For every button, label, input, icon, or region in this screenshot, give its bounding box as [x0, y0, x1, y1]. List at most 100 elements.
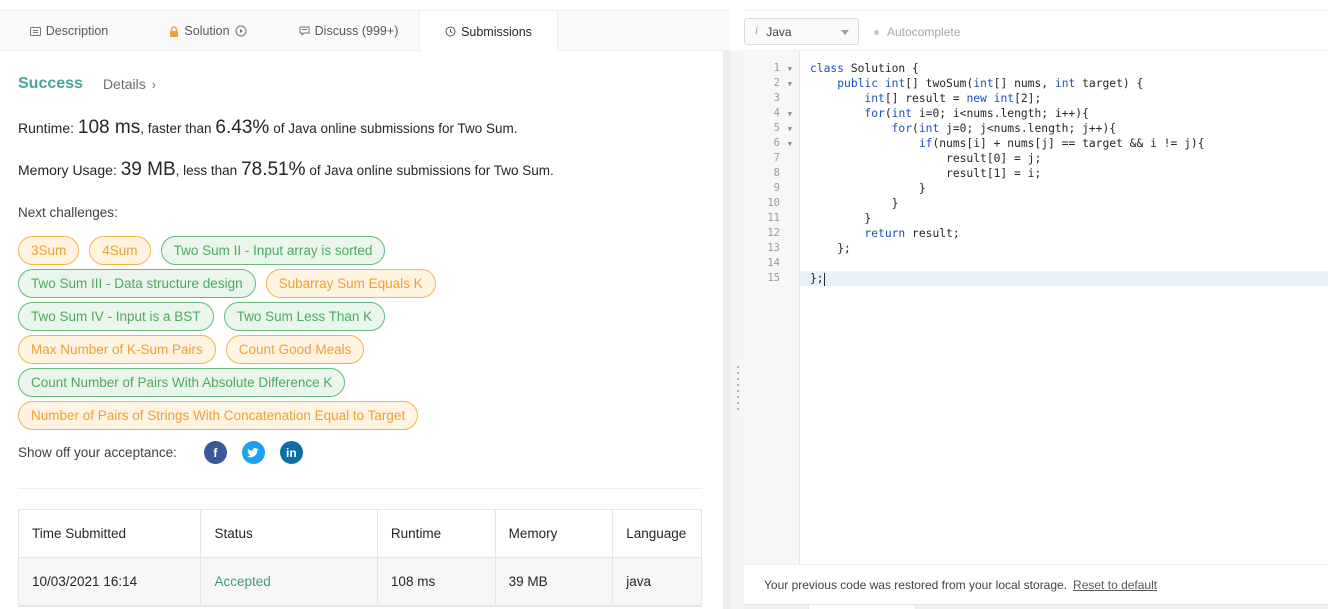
tab-discuss[interactable]: Discuss (999+)	[278, 11, 419, 51]
code-text: };	[810, 272, 824, 285]
panel-splitter[interactable]	[730, 51, 744, 609]
divider	[18, 488, 702, 489]
tab-description[interactable]: Description	[0, 11, 138, 51]
challenge-tag[interactable]: Two Sum III - Data structure design	[18, 269, 256, 298]
code-text: result[1] = i;	[810, 167, 1042, 180]
share-label: Show off your acceptance:	[18, 445, 177, 460]
challenge-tag[interactable]: Subarray Sum Equals K	[265, 269, 436, 298]
chevron-right-icon: ›	[151, 77, 157, 92]
code-line: };	[800, 241, 1328, 256]
line-number: 3	[744, 91, 800, 106]
code-text: }	[810, 197, 899, 210]
code-text: }	[810, 212, 872, 225]
tab-label: Description	[45, 24, 109, 38]
line-number-text: 9	[773, 182, 780, 194]
twitter-icon[interactable]	[241, 441, 265, 464]
code-line: for(int j=0; j<nums.length; j++){	[800, 121, 1328, 136]
challenge-tag[interactable]: Count Number of Pairs With Absolute Diff…	[18, 368, 346, 397]
tag-row: Two Sum III - Data structure design Subar…	[18, 269, 708, 302]
restore-message: Your previous code was restored from you…	[764, 577, 1068, 592]
fold-arrow-icon[interactable]: ▼	[788, 107, 792, 122]
bottom-tab-strip	[744, 604, 1328, 609]
code-text: return result;	[864, 227, 960, 240]
tab-label: Solution	[184, 24, 230, 38]
line-number-gutter: 1 ▼ 2 ▼ 3 4 ▼ 5 ▼ 6 ▼ 7 8 9 10 11 12 13 14 15	[744, 51, 800, 564]
code-editor[interactable]: class Solution { public int[] twoSum(int…	[800, 51, 1328, 564]
tag-row: Count Number of Pairs With Absolute Diff…	[18, 368, 708, 401]
challenge-tag[interactable]: Count Good Meals	[225, 335, 365, 364]
description-icon	[29, 26, 41, 36]
autocomplete-toggle[interactable]: Autocomplete	[874, 25, 960, 39]
share-row: Show off your acceptance: f in	[18, 441, 303, 464]
table-row[interactable]: 10/03/2021 16:14 Accepted 108 ms 39 MB j…	[19, 558, 701, 606]
challenge-tag[interactable]: Two Sum IV - Input is a BST	[18, 302, 214, 331]
code-text: if(nums[i] + nums[j] == target && i != j…	[918, 137, 1205, 150]
line-number-text: 5	[773, 122, 780, 134]
details-link[interactable]: Details ›	[103, 76, 156, 92]
line-number-text: 1	[773, 62, 780, 74]
code-text: int[] result = new int[2];	[864, 92, 1042, 105]
code-line: for(int i=0; i<nums.length; i++){	[800, 106, 1328, 121]
fold-arrow-icon[interactable]: ▼	[788, 62, 792, 77]
challenge-tag[interactable]: Two Sum II - Input array is sorted	[160, 236, 386, 265]
reset-to-default-link[interactable]: Reset to default	[1073, 578, 1157, 592]
table-cell-time: 10/03/2021 16:14	[19, 558, 202, 605]
table-header: Language	[626, 526, 687, 541]
memory-value: 39 MB	[120, 159, 176, 180]
facebook-icon[interactable]: f	[203, 441, 227, 464]
code-text: for(int i=0; i<nums.length; i++){	[864, 107, 1089, 120]
code-line: result[1] = i;	[800, 166, 1328, 181]
line-number-text: 2	[773, 77, 780, 89]
challenge-tag[interactable]: Two Sum Less Than K	[223, 302, 386, 331]
code-text: public int[] twoSum(int[] nums, int targ…	[837, 77, 1144, 90]
line-number: 14	[744, 256, 800, 271]
language-select[interactable]: i Java	[744, 18, 859, 45]
line-number-text: 11	[767, 212, 780, 224]
code-line: public int[] twoSum(int[] nums, int targ…	[800, 76, 1328, 91]
restore-notice: Your previous code was restored from you…	[744, 564, 1328, 604]
submissions-table: Time Submitted Status Runtime Memory Lan…	[18, 509, 702, 607]
discuss-icon	[299, 26, 310, 36]
memory-mid: , less than	[175, 163, 238, 178]
code-text: };	[810, 242, 851, 255]
drag-handle-icon[interactable]	[737, 366, 739, 410]
result-header: Success Details ›	[18, 75, 156, 93]
runtime-percent: 6.43%	[215, 117, 270, 138]
line-number-text: 8	[773, 167, 780, 179]
fold-arrow-icon[interactable]: ▼	[788, 77, 792, 92]
code-line: if(nums[i] + nums[j] == target && i != j…	[800, 136, 1328, 151]
next-challenges-list: 3Sum 4Sum Two Sum II - Input array is sort…	[18, 236, 708, 434]
left-scrollbar[interactable]	[723, 51, 730, 609]
fold-arrow-icon[interactable]: ▼	[788, 137, 792, 152]
runtime-stat: Runtime: 108 ms, faster than 6.43% of Ja…	[18, 117, 518, 139]
table-header-row: Time Submitted Status Runtime Memory Lan…	[19, 510, 701, 558]
table-header: Time Submitted	[19, 510, 202, 557]
line-number-text: 3	[773, 92, 780, 104]
challenge-tag[interactable]: 4Sum	[89, 236, 151, 265]
challenge-tag[interactable]: Number of Pairs of Strings With Concaten…	[18, 401, 419, 430]
lock-icon	[169, 25, 179, 37]
tab-submissions[interactable]: Submissions	[419, 11, 558, 52]
code-text: for(int j=0; j<nums.length; j++){	[891, 122, 1117, 135]
tab-solution[interactable]: Solution	[138, 11, 278, 51]
linkedin-icon[interactable]: in	[279, 441, 303, 464]
challenge-tag[interactable]: Max Number of K-Sum Pairs	[18, 335, 216, 364]
left-panel: Description Solution Discuss (999+) Subm…	[0, 0, 730, 609]
table-cell-runtime: 108 ms	[378, 558, 496, 605]
language-value: Java	[766, 24, 792, 39]
code-text: class Solution {	[810, 62, 919, 75]
code-text: }	[810, 182, 926, 195]
runtime-value: 108 ms	[77, 117, 141, 138]
status-accepted-link[interactable]: Accepted	[201, 558, 378, 605]
line-number-text: 10	[767, 197, 780, 209]
bottom-tab[interactable]	[808, 605, 916, 609]
memory-stat: Memory Usage: 39 MB, less than 78.51% of…	[18, 159, 554, 181]
chevron-down-icon	[841, 30, 849, 35]
challenge-tag[interactable]: 3Sum	[18, 236, 80, 265]
tag-row: Max Number of K-Sum Pairs Count Good Meal…	[18, 335, 708, 368]
code-line: }	[800, 196, 1328, 211]
autocomplete-label: Autocomplete	[887, 25, 961, 39]
line-number-text: 4	[773, 107, 780, 119]
line-number: 1 ▼	[744, 61, 800, 76]
fold-arrow-icon[interactable]: ▼	[788, 122, 792, 137]
